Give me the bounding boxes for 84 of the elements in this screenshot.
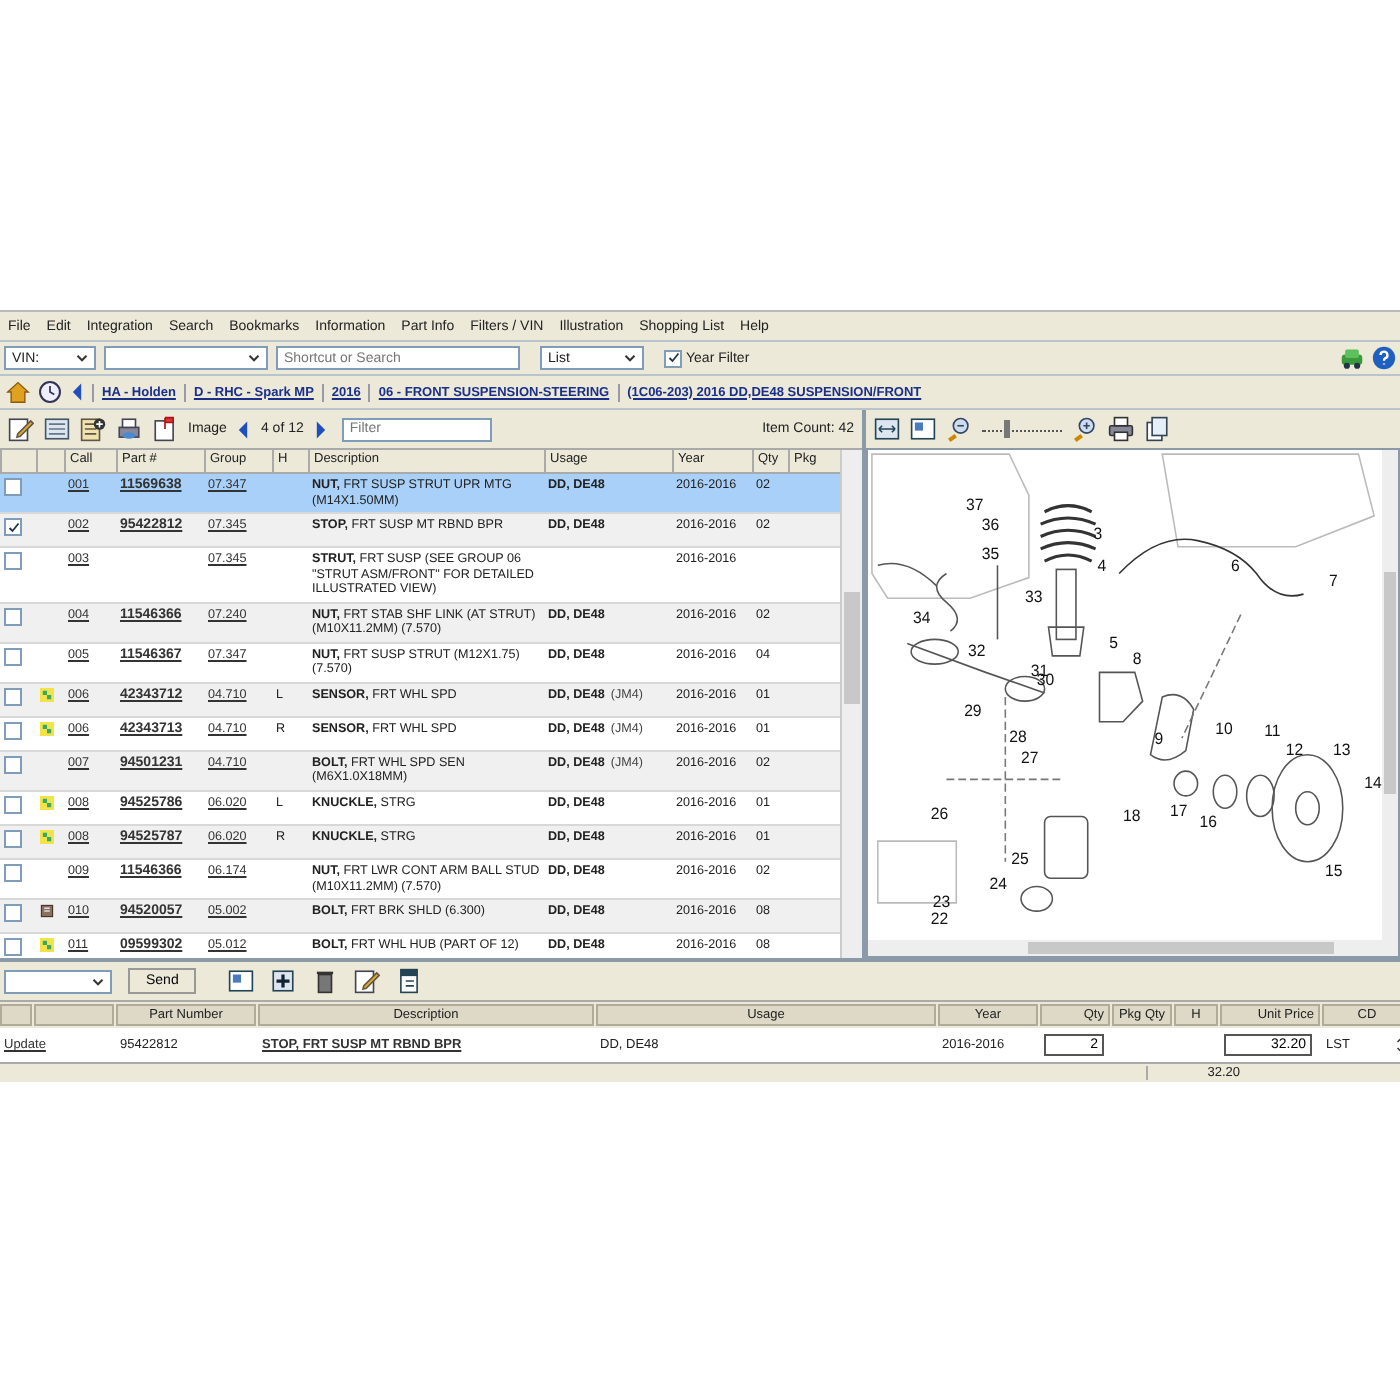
callout-number: 16 (1199, 812, 1217, 831)
callout-number: 25 (1011, 849, 1029, 868)
zoom-in-icon[interactable] (1072, 416, 1098, 442)
callout-number: 8 (1132, 649, 1142, 669)
callout-number: 35 (981, 544, 1000, 564)
horizontal-scrollbar[interactable] (868, 940, 1398, 956)
row-checkbox[interactable] (4, 478, 22, 496)
add-list-icon[interactable] (80, 416, 106, 442)
callout-number: 33 (1024, 588, 1043, 607)
tag-icon[interactable] (40, 687, 54, 702)
clock-icon[interactable] (38, 380, 62, 404)
zoom-slider[interactable] (982, 417, 1062, 441)
callout-number: 12 (1285, 740, 1304, 759)
row-checkbox[interactable] (4, 796, 22, 815)
row-checkbox[interactable] (4, 687, 22, 706)
callout-number: 11 (1264, 721, 1281, 741)
trash-icon[interactable] (312, 968, 339, 994)
year-filter-checkbox[interactable] (664, 349, 682, 367)
vertical-scrollbar[interactable] (1382, 450, 1398, 940)
callout-number: 15 (1325, 861, 1343, 881)
zoom-out-icon[interactable] (946, 416, 972, 442)
caret-icon (92, 977, 104, 985)
tag-icon[interactable] (40, 830, 54, 845)
callout-number: 29 (964, 701, 982, 720)
help-icon[interactable] (1372, 346, 1396, 370)
callout-number: 22 (930, 909, 949, 928)
window-icon[interactable] (228, 968, 255, 994)
export-icon[interactable] (396, 968, 423, 994)
callout-number: 27 (1021, 748, 1039, 768)
caret-icon (624, 354, 636, 362)
notepad-pencil-icon[interactable] (8, 416, 34, 442)
callout-number: 32 (968, 641, 986, 660)
vertical-scrollbar[interactable] (840, 450, 862, 958)
callout-number: 18 (1123, 806, 1141, 825)
row-checkbox[interactable] (4, 518, 22, 537)
callout-number: 24 (989, 874, 1008, 893)
book-icon[interactable] (40, 904, 54, 919)
row-checkbox[interactable] (4, 830, 22, 849)
row-checkbox[interactable] (4, 607, 22, 626)
printer-icon[interactable] (1108, 416, 1134, 442)
list-icon[interactable] (44, 416, 70, 442)
callout-number: 6 (1230, 557, 1240, 576)
destination-dropdown[interactable] (4, 969, 112, 993)
copy-icon[interactable] (1144, 416, 1170, 442)
car-icon[interactable] (1340, 346, 1364, 370)
document-flag-icon[interactable] (152, 416, 178, 442)
add-icon[interactable] (270, 968, 297, 994)
tag-icon[interactable] (40, 938, 54, 953)
row-checkbox[interactable] (4, 755, 22, 774)
tag-icon[interactable] (40, 796, 54, 811)
caret-icon (248, 354, 260, 362)
callout-number: 23 (932, 892, 951, 912)
callout-number: 10 (1215, 719, 1233, 739)
back-arrow-icon[interactable] (70, 380, 84, 404)
row-checkbox[interactable] (4, 864, 22, 883)
callout-number: 3 (1093, 524, 1103, 543)
notepad-pencil-icon[interactable] (354, 968, 381, 994)
next-arrow-icon[interactable] (313, 417, 328, 441)
callout-number: 14 (1364, 773, 1382, 792)
row-checkbox[interactable] (4, 904, 22, 923)
previous-arrow-icon[interactable] (236, 417, 251, 441)
caret-icon (76, 354, 88, 362)
row-checkbox[interactable] (4, 721, 22, 740)
window-icon[interactable] (910, 416, 936, 442)
zoom-slider-thumb[interactable] (1004, 419, 1010, 437)
callout-number: 13 (1332, 740, 1351, 759)
home-icon[interactable] (6, 380, 30, 404)
callout-number: 34 (913, 608, 931, 628)
fit-window-icon[interactable] (874, 416, 900, 442)
printer-icon[interactable] (116, 416, 142, 442)
callout-number: 5 (1109, 633, 1118, 652)
row-checkbox[interactable] (4, 647, 22, 666)
callout-number: 36 (981, 515, 1000, 535)
tag-icon[interactable] (40, 721, 54, 736)
callout-number: 9 (1154, 730, 1164, 749)
callout-number: 17 (1170, 802, 1188, 821)
callout-number: 28 (1009, 728, 1027, 747)
row-checkbox[interactable] (4, 938, 22, 957)
vin-input-field[interactable] (104, 346, 268, 370)
callout-number: 4 (1097, 557, 1107, 576)
callout-number: 7 (1329, 571, 1338, 590)
row-checkbox[interactable] (4, 552, 22, 571)
callout-number: 26 (930, 804, 949, 823)
callout-number: 37 (966, 495, 984, 514)
